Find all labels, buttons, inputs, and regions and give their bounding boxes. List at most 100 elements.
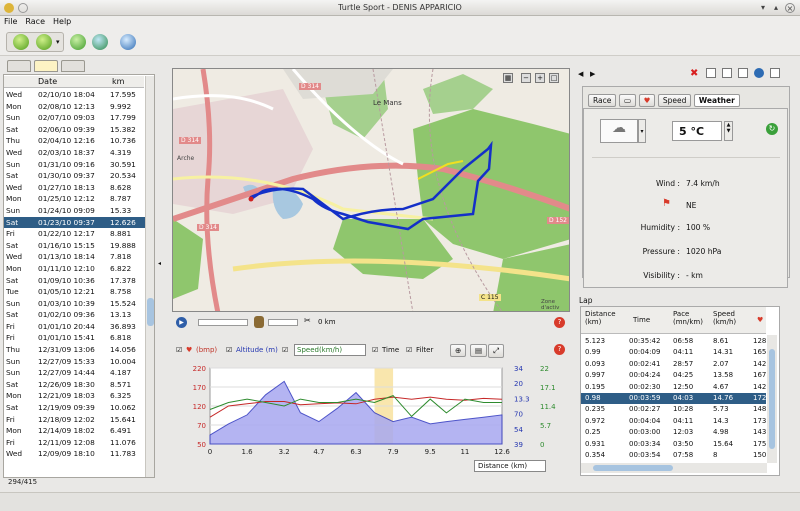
globe-icon[interactable] (92, 34, 108, 50)
lap-row[interactable]: 0.972 00:04:04 04:11 14.3 173 (581, 416, 766, 427)
splitter-handle-icon[interactable]: ◂ (158, 260, 162, 272)
lap-row[interactable]: 0.931 00:03:34 03:50 15.64 175 (581, 439, 766, 450)
menu-help[interactable]: Help (49, 16, 75, 27)
lap-header-speed[interactable]: Speed (km/h) (713, 310, 736, 326)
activity-row[interactable]: Sun 01/31/10 09:16 30.591 (4, 159, 145, 171)
lap-header-distance[interactable]: Distance (km) (585, 310, 616, 326)
dropdown-arrow-icon[interactable]: ▾ (56, 38, 60, 46)
activity-row[interactable]: Fri 01/01/10 15:41 6.818 (4, 332, 145, 344)
activity-row[interactable]: Wed 12/09/09 18:10 11.783 (4, 448, 145, 460)
filter-checkbox[interactable]: ☑ (406, 346, 412, 354)
activity-row[interactable]: Sat 01/09/10 10:36 17.378 (4, 275, 145, 287)
activity-row[interactable]: Mon 12/21/09 18:03 6.325 (4, 390, 145, 402)
tab-calendar[interactable] (7, 60, 31, 72)
activity-row[interactable]: Sun 12/27/09 14:44 4.187 (4, 367, 145, 379)
activity-row[interactable]: Wed 01/27/10 18:13 8.628 (4, 182, 145, 194)
lap-scrollbar[interactable] (767, 335, 777, 463)
activity-row[interactable]: Mon 02/08/10 12:13 9.992 (4, 101, 145, 113)
altitude-checkbox[interactable]: ☑ (226, 346, 232, 354)
tab-race[interactable]: Race (588, 94, 617, 107)
activity-row[interactable]: Mon 01/25/10 12:12 8.787 (4, 193, 145, 205)
activity-row[interactable]: Sat 01/16/10 15:15 19.888 (4, 240, 145, 252)
activity-row[interactable]: Fri 01/22/10 12:17 8.881 (4, 228, 145, 240)
lap-header-pace[interactable]: Pace (mn/km) (673, 310, 703, 326)
chart-fit-icon[interactable]: ⤢ (488, 344, 504, 358)
chart-help-icon[interactable]: ? (554, 344, 565, 355)
delete-icon[interactable]: ✖ (690, 68, 698, 79)
header-km[interactable]: km (112, 77, 124, 86)
menu-race[interactable]: Race (21, 16, 49, 27)
activity-row[interactable]: Thu 02/04/10 12:16 10.736 (4, 135, 145, 147)
chart-print-icon[interactable]: ▤ (470, 344, 488, 357)
activity-row[interactable]: Wed 02/10/10 18:04 17.595 (4, 89, 145, 101)
map-help-icon[interactable]: ? (554, 317, 565, 328)
map-canvas[interactable] (173, 69, 570, 312)
speed-select[interactable]: Speed(km/h) (294, 344, 366, 356)
map-layers-icon[interactable]: ▦ (503, 73, 513, 83)
export-icon[interactable] (770, 68, 780, 78)
activity-row[interactable]: Sat 01/30/10 09:37 20.534 (4, 170, 145, 182)
header-date[interactable]: Date (38, 77, 57, 86)
maximize-icon[interactable]: ▴ (771, 3, 781, 13)
tab-book[interactable] (61, 60, 85, 72)
activity-row[interactable]: Wed 01/13/10 18:14 7.818 (4, 251, 145, 263)
lap-hscroll-thumb[interactable] (593, 465, 673, 471)
activity-row[interactable]: Fri 12/11/09 12:08 11.076 (4, 437, 145, 449)
activity-row[interactable]: Sat 01/23/10 09:37 12.626 (4, 216, 145, 229)
settings-icon[interactable] (120, 34, 136, 50)
minimize-icon[interactable]: ▾ (758, 3, 768, 13)
activity-row[interactable]: Sat 12/19/09 09:39 10.062 (4, 402, 145, 414)
activity-row[interactable]: Mon 12/14/09 18:02 6.491 (4, 425, 145, 437)
lap-row[interactable]: 0.235 00:02:27 10:28 5.73 148 (581, 404, 766, 415)
xaxis-select[interactable]: Distance (km) (474, 460, 546, 472)
activity-row[interactable]: Thu 12/31/09 13:06 14.056 (4, 344, 145, 356)
temperature-spinner[interactable]: ▲ ▼ (724, 121, 733, 141)
activity-row[interactable]: Sat 01/02/10 09:36 13.13 (4, 309, 145, 321)
lap-row[interactable]: 0.093 00:02:41 28:57 2.07 142 (581, 359, 766, 370)
time-checkbox[interactable]: ☑ (372, 346, 378, 354)
activity-row[interactable]: Mon 01/11/10 12:10 6.822 (4, 263, 145, 275)
filter-icon[interactable] (13, 34, 29, 50)
lap-header-heart-icon[interactable]: ♥ (757, 316, 763, 324)
lap-row[interactable]: 0.98 00:03:59 04:03 14.76 172 (581, 393, 766, 404)
activity-row[interactable]: Sun 01/24/10 09:09 15.33 (4, 205, 145, 217)
lap-row[interactable]: 0.99 00:04:09 04:11 14.31 165 (581, 347, 766, 358)
temperature-field[interactable]: 5 °C (672, 121, 722, 141)
zoom-out-icon[interactable]: − (521, 73, 531, 83)
activity-row[interactable]: Wed 02/03/10 18:37 4.319 (4, 147, 145, 159)
activity-scrollbar[interactable] (145, 76, 154, 477)
activity-row[interactable]: Fri 12/18/09 12:02 15.641 (4, 414, 145, 426)
tab-speed[interactable]: Speed (657, 94, 692, 107)
menu-file[interactable]: File (0, 16, 21, 27)
tab-list[interactable] (34, 60, 58, 72)
download-icon[interactable] (36, 34, 52, 50)
run-icon[interactable] (70, 34, 86, 50)
next-icon[interactable]: ▶ (590, 70, 595, 78)
close-icon[interactable]: × (785, 3, 795, 13)
activity-row[interactable]: Sat 02/06/10 09:39 15.382 (4, 124, 145, 136)
print-icon[interactable] (738, 68, 748, 78)
weather-dropdown-icon[interactable]: ▾ (638, 119, 646, 143)
lap-row[interactable]: 0.997 00:04:24 04:25 13.58 167 (581, 370, 766, 381)
save-icon[interactable] (722, 68, 732, 78)
lap-row[interactable]: 0.354 00:03:54 07:58 8 150 (581, 450, 766, 461)
play-icon[interactable]: ▶ (176, 317, 187, 328)
scissors-icon[interactable]: ✂ (304, 316, 311, 325)
scroll-thumb[interactable] (147, 298, 154, 326)
lap-scroll-thumb[interactable] (769, 349, 775, 449)
share-icon[interactable] (754, 68, 764, 78)
lap-hscrollbar[interactable] (581, 463, 767, 473)
prev-icon[interactable]: ◀ (578, 70, 583, 78)
weather-cloud-icon[interactable]: ☁ (600, 119, 638, 143)
hr-checkbox[interactable]: ☑ (176, 346, 182, 354)
activity-row[interactable]: Sun 02/07/10 09:03 17.799 (4, 112, 145, 124)
lap-header-time[interactable]: Time (633, 316, 650, 324)
speed-slider[interactable] (268, 319, 298, 326)
chart-zoom-icon[interactable]: ⊕ (450, 344, 467, 357)
lap-row[interactable]: 5.123 00:35:42 06:58 8.61 128 (581, 336, 766, 347)
speed-checkbox[interactable]: ☑ (282, 346, 288, 354)
activity-row[interactable]: Sun 01/03/10 10:39 15.524 (4, 298, 145, 310)
activity-row[interactable]: Fri 01/01/10 20:44 36.893 (4, 321, 145, 333)
tab-heart-icon[interactable]: ♥ (638, 94, 656, 107)
chart-canvas[interactable]: 220 170 120 70 50 34 20 13.3 70 54 39 22 17.1 11.4 5.7… (172, 362, 570, 462)
